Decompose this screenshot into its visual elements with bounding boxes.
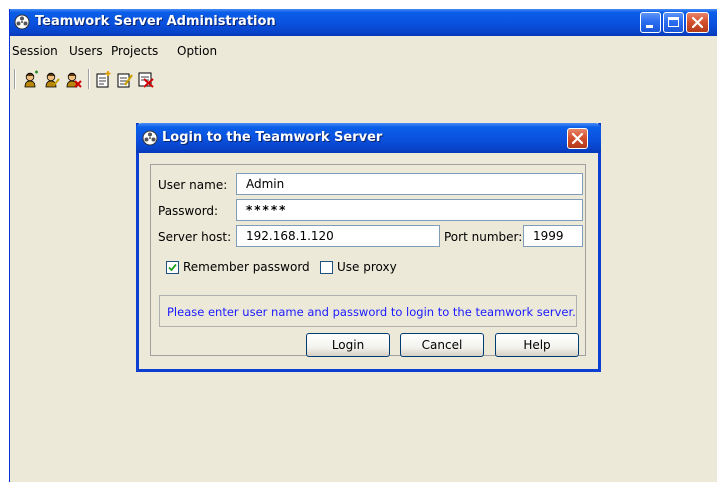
user-edit-icon	[45, 72, 60, 88]
menu-session[interactable]: Session	[12, 44, 58, 58]
server-host-label: Server host:	[158, 230, 232, 244]
password-input[interactable]: *****	[236, 199, 583, 221]
minimize-button[interactable]	[640, 12, 661, 33]
menu-bar: Session Users Projects Option	[10, 41, 717, 61]
project-add-button[interactable]	[94, 69, 114, 89]
app-reel-icon	[142, 130, 158, 146]
username-input[interactable]	[236, 173, 583, 195]
help-button[interactable]: Help	[495, 333, 579, 357]
dialog-titlebar[interactable]: Login to the Teamwork Server	[136, 123, 601, 153]
menu-option[interactable]: Option	[177, 44, 217, 58]
user-remove-icon	[66, 72, 82, 88]
toolbar-separator	[14, 69, 16, 89]
close-button[interactable]	[686, 12, 709, 33]
use-proxy-label[interactable]: Use proxy	[337, 260, 397, 274]
minimize-icon	[646, 25, 653, 28]
login-form-panel: User name: Password: ***** Server host: …	[150, 164, 586, 357]
status-message: Please enter user name and password to l…	[167, 305, 576, 319]
user-edit-button[interactable]	[42, 69, 62, 89]
remember-password-checkbox[interactable]	[166, 261, 179, 274]
username-label: User name:	[158, 178, 228, 192]
user-remove-button[interactable]	[63, 69, 83, 89]
port-number-label: Port number:	[444, 230, 523, 244]
maximize-icon	[668, 17, 679, 27]
use-proxy-checkbox[interactable]	[320, 261, 333, 274]
project-edit-button[interactable]	[115, 69, 135, 89]
app-reel-icon	[14, 14, 30, 30]
password-label: Password:	[158, 204, 219, 218]
maximize-button[interactable]	[663, 12, 684, 33]
cancel-button[interactable]: Cancel	[400, 333, 484, 357]
user-login-button[interactable]	[21, 69, 41, 89]
login-button[interactable]: Login	[306, 333, 390, 357]
window-title: Teamwork Server Administration	[35, 14, 276, 29]
server-host-input[interactable]	[236, 225, 440, 247]
menu-users[interactable]: Users	[69, 44, 103, 58]
dialog-close-button[interactable]	[567, 128, 588, 149]
close-icon	[571, 132, 584, 145]
main-titlebar[interactable]: Teamwork Server Administration	[10, 9, 717, 36]
login-dialog: Login to the Teamwork Server User name: …	[136, 123, 601, 372]
checkmark-icon	[168, 263, 177, 272]
dialog-title: Login to the Teamwork Server	[162, 130, 383, 145]
remember-password-label[interactable]: Remember password	[183, 260, 310, 274]
port-number-input[interactable]	[523, 225, 583, 247]
toolbar	[10, 64, 717, 94]
toolbar-separator	[88, 69, 90, 89]
project-remove-icon	[138, 72, 154, 88]
menu-projects[interactable]: Projects	[111, 44, 158, 58]
user-login-icon	[24, 70, 38, 88]
project-remove-button[interactable]	[136, 69, 156, 89]
status-message-box: Please enter user name and password to l…	[159, 295, 577, 327]
project-edit-icon	[117, 73, 133, 88]
close-icon	[691, 16, 704, 29]
project-add-icon	[96, 71, 111, 88]
